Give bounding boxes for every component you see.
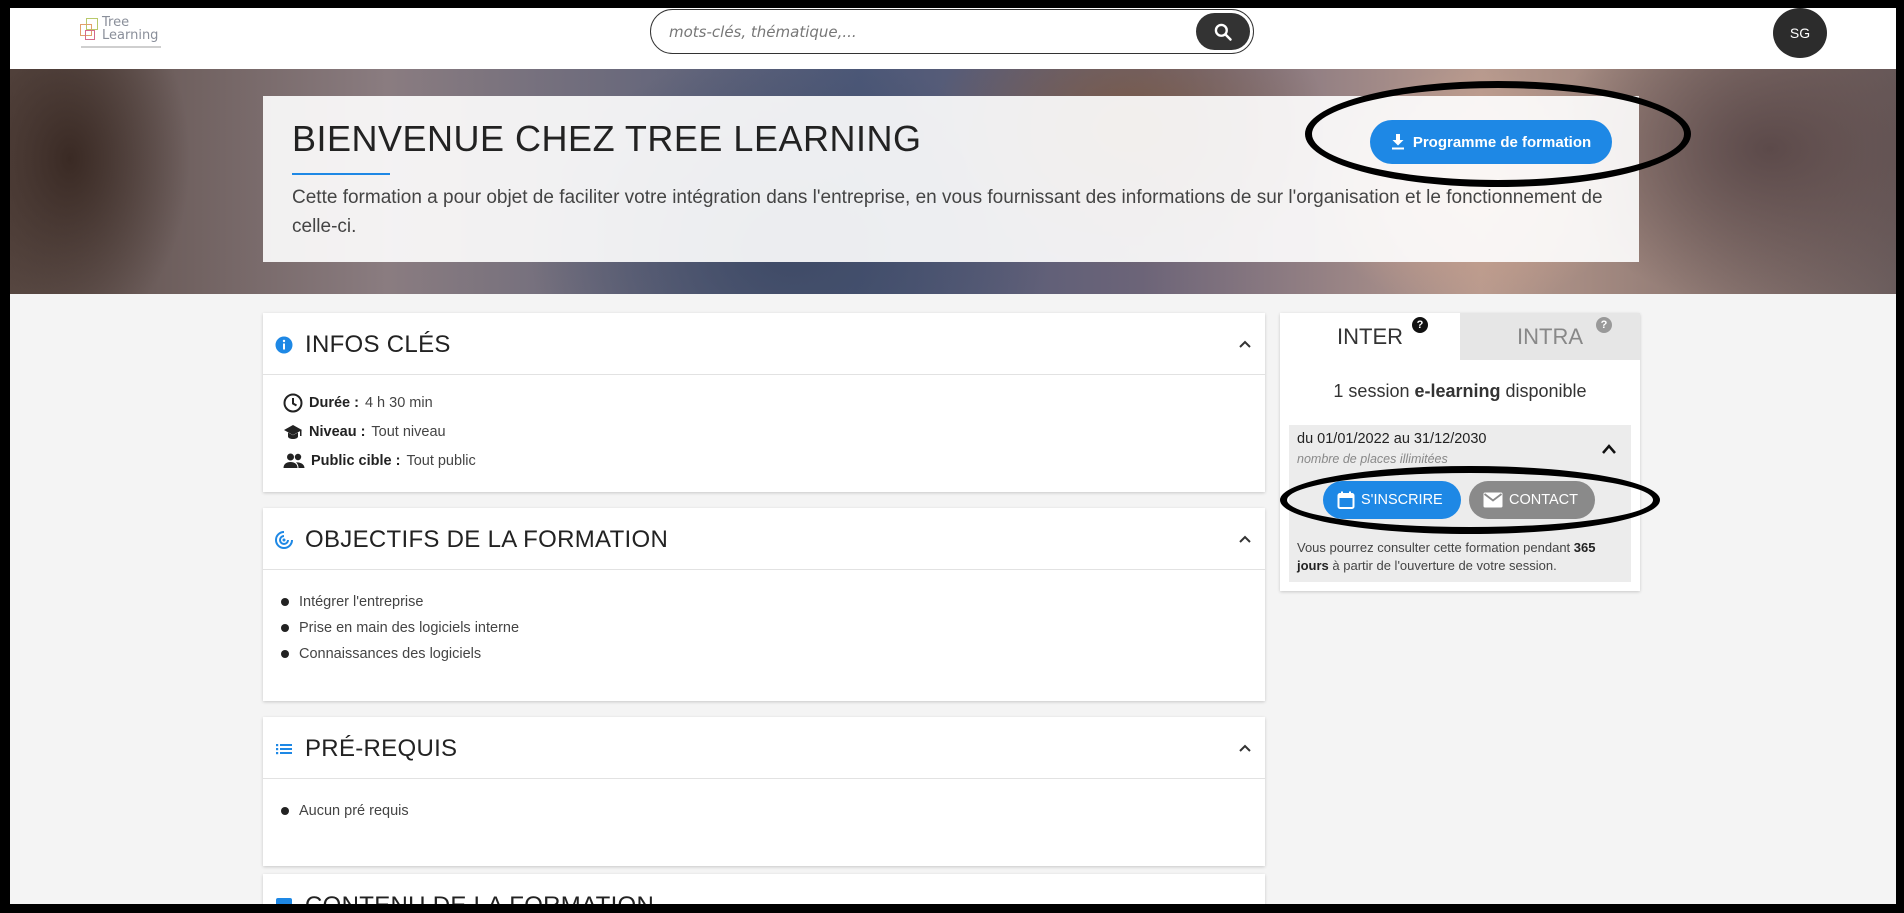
register-button[interactable]: S'INSCRIRE [1323,481,1461,519]
objectives-header[interactable]: OBJECTIFS DE LA FORMATION [263,508,1265,570]
chevron-up-icon[interactable] [1239,339,1251,349]
prerequisites-header[interactable]: PRÉ-REQUIS [263,717,1265,779]
session-note: Vous pourrez consulter cette formation p… [1297,540,1596,573]
session-places: nombre de places illimitées [1297,452,1448,466]
target-icon [275,531,293,549]
audience-value: Tout public [406,453,476,469]
tree-learning-logo[interactable]: Tree Learning [78,14,168,52]
duration-label: Durée : [309,395,359,411]
content-header[interactable]: CONTENU DE LA FORMATION [263,874,1265,904]
audience-row: Public cible : Tout public [283,451,476,471]
list-item: Aucun pré requis [281,803,409,819]
search-bar [650,9,1254,54]
list-item: Intégrer l'entreprise [281,594,423,610]
download-icon [1391,134,1404,150]
search-button[interactable] [1196,13,1250,50]
list-item: Prise en main des logiciels interne [281,620,519,636]
level-row: Niveau : Tout niveau [283,422,446,442]
prerequisites-title: PRÉ-REQUIS [305,735,458,762]
session-count: 1 session e-learning disponible [1333,381,1587,401]
chevron-up-icon[interactable] [1239,534,1251,544]
key-info-header[interactable]: INFOS CLÉS [263,313,1265,375]
register-label: S'INSCRIRE [1361,492,1443,508]
chevron-up-icon[interactable] [1239,743,1251,753]
tab-inter-label: INTER [1337,323,1403,349]
help-icon[interactable]: ? [1596,317,1612,333]
tab-intra-label: INTRA [1517,323,1583,349]
program-button-label: Programme de formation [1412,133,1592,151]
content-card: CONTENU DE LA FORMATION [263,874,1265,904]
title-underline [292,173,390,175]
info-icon [275,336,293,354]
list-item: Connaissances des logiciels [281,646,481,662]
objectives-card: OBJECTIFS DE LA FORMATION Intégrer l'ent… [263,508,1265,701]
program-download-button[interactable]: Programme de formation [1370,120,1612,164]
tab-inter[interactable]: INTER [1280,313,1460,360]
hero-box: BIENVENUE CHEZ TREE LEARNING Cette forma… [263,96,1639,262]
search-input[interactable] [669,20,1169,44]
key-info-card: INFOS CLÉS Durée : 4 h 30 min Niveau : T… [263,313,1265,492]
help-icon[interactable]: ? [1412,317,1428,333]
session-panel: INTER ? INTRA ? 1 session e-learning dis… [1280,313,1640,591]
audience-label: Public cible : [311,453,401,469]
user-avatar[interactable]: SG [1773,8,1827,58]
calendar-icon [1337,491,1355,509]
clock-icon [283,393,303,413]
session-item: du 01/01/2022 au 31/12/2030 nombre de pl… [1289,425,1631,582]
logo-text-line2: Learning [102,28,159,43]
chevron-up-icon[interactable] [1601,443,1617,455]
page-title: BIENVENUE CHEZ TREE LEARNING [292,118,922,159]
level-label: Niveau : [309,424,366,440]
checkbox-icon [276,898,292,904]
objectives-title: OBJECTIFS DE LA FORMATION [305,526,669,553]
top-bar: Tree Learning SG [10,8,1896,69]
level-value: Tout niveau [371,424,446,440]
prerequisites-card: PRÉ-REQUIS Aucun pré requis [263,717,1265,866]
page: Tree Learning SG BIENVENUE CHEZ TREE LEA… [10,8,1896,904]
mail-icon [1483,492,1503,508]
session-dates: du 01/01/2022 au 31/12/2030 [1297,431,1487,447]
key-info-title: INFOS CLÉS [305,331,451,358]
tab-intra[interactable]: INTRA [1460,313,1640,360]
list-icon [276,744,292,755]
duration-value: 4 h 30 min [364,395,433,411]
duration-row: Durée : 4 h 30 min [283,393,433,413]
contact-label: CONTACT [1509,492,1579,508]
hero-description: Cette formation a pour objet de facilite… [292,187,1603,237]
graduation-cap-icon [284,425,302,439]
search-icon [1214,23,1232,41]
contact-button[interactable]: CONTACT [1469,481,1595,519]
people-icon [283,453,305,468]
content-title: CONTENU DE LA FORMATION [305,892,654,904]
